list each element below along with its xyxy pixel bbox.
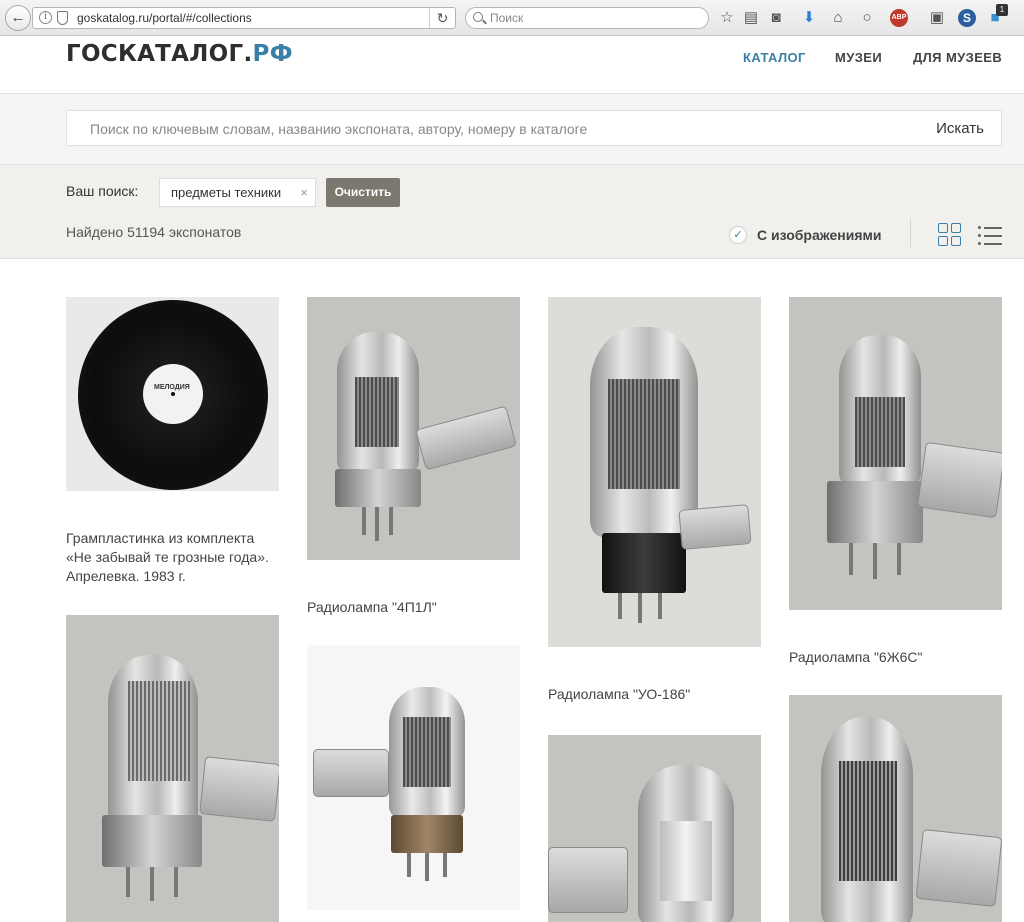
inventory-tag: [916, 441, 1002, 519]
tube-base: [827, 481, 923, 543]
tube-pin: [425, 853, 429, 881]
tube-electrodes: [660, 821, 712, 901]
inventory-tag: [678, 504, 752, 550]
url-text: goskatalog.ru/portal/#/collections: [77, 11, 252, 25]
tube-base: [102, 815, 202, 867]
nav-catalog[interactable]: КАТАЛОГ: [743, 50, 806, 65]
inventory-tag: [915, 829, 1002, 907]
tube-electrodes: [839, 761, 897, 881]
search-button[interactable]: Искать: [936, 120, 984, 137]
tube-pin: [407, 853, 411, 877]
tube-base: [335, 469, 421, 507]
result-image[interactable]: [789, 695, 1002, 922]
search-section: Поиск по ключевым словам, названию экспо…: [0, 94, 1024, 165]
home-icon[interactable]: ⌂: [829, 9, 847, 27]
adblock-icon[interactable]: ABP: [890, 9, 908, 27]
inventory-tag: [415, 405, 517, 471]
your-search-label: Ваш поиск:: [66, 183, 139, 199]
nav-museums[interactable]: МУЗЕИ: [835, 50, 882, 65]
record-label-text: МЕЛОДИЯ: [154, 384, 190, 391]
inventory-tag: [548, 847, 628, 913]
tube-pin: [150, 867, 154, 901]
tube-electrodes: [855, 397, 905, 467]
result-image[interactable]: [548, 735, 761, 922]
logo-main-text: ГОСКАТАЛОГ.: [66, 41, 253, 67]
clear-button[interactable]: Очистить: [326, 178, 400, 207]
result-image[interactable]: МЕЛОДИЯ: [66, 297, 279, 491]
site-header: ГОСКАТАЛОГ.РФ КАТАЛОГ МУЗЕИ ДЛЯ МУЗЕЕВ: [0, 36, 1024, 94]
tube-electrodes: [608, 379, 680, 489]
chip-close-icon[interactable]: ×: [300, 179, 308, 206]
browser-search-placeholder: Поиск: [490, 11, 524, 25]
chat-icon[interactable]: ○: [858, 9, 876, 27]
tube-electrodes: [355, 377, 399, 447]
grid-view-icon[interactable]: [938, 223, 962, 247]
with-images-label[interactable]: С изображениями: [757, 227, 881, 243]
result-image[interactable]: [789, 297, 1002, 610]
catalog-search-input[interactable]: Поиск по ключевым словам, названию экспо…: [66, 110, 1002, 146]
tube-pin: [638, 593, 642, 623]
list-view-icon[interactable]: [978, 224, 1002, 246]
logo-suffix-text: РФ: [252, 41, 293, 67]
search-chip-label: предметы техники: [171, 185, 282, 200]
search-placeholder: Поиск по ключевым словам, названию экспо…: [90, 121, 588, 137]
download-icon[interactable]: ⬇: [800, 9, 818, 27]
tube-base: [602, 533, 686, 593]
pocket-icon[interactable]: ◙: [767, 9, 785, 27]
nav-for-museums[interactable]: ДЛЯ МУЗЕЕВ: [913, 50, 1002, 65]
tube-electrodes: [403, 717, 451, 787]
tube-pin: [126, 867, 130, 897]
reading-list-icon[interactable]: ▤: [742, 9, 760, 27]
tube-pin: [375, 507, 379, 541]
info-icon[interactable]: i: [39, 11, 52, 24]
browser-search-input[interactable]: Поиск: [465, 7, 709, 29]
tube-pin: [618, 593, 622, 619]
result-caption[interactable]: Радиолампа "4П1Л": [307, 598, 520, 617]
with-images-checkbox[interactable]: ✓: [729, 226, 747, 244]
shield-extension-icon[interactable]: ▣: [928, 9, 946, 27]
s-extension-icon[interactable]: S: [958, 9, 976, 27]
search-chip: предметы техники ×: [159, 178, 316, 207]
inventory-tag: [313, 749, 389, 797]
tracking-shield-icon[interactable]: [57, 11, 68, 25]
back-arrow-icon[interactable]: ←: [5, 5, 31, 31]
result-caption[interactable]: Радиолампа "6Ж6С": [789, 648, 1002, 667]
result-image[interactable]: [307, 297, 520, 560]
filter-section: Ваш поиск: предметы техники × Очистить Н…: [0, 165, 1024, 259]
notification-badge: 1: [996, 4, 1008, 16]
reload-icon[interactable]: ↻: [429, 8, 455, 28]
tube-pin: [873, 543, 877, 579]
search-icon: [473, 12, 483, 22]
tube-pin: [443, 853, 447, 877]
inventory-tag: [199, 756, 279, 822]
result-image[interactable]: [307, 645, 520, 910]
tube-pin: [658, 593, 662, 619]
tube-pin: [389, 507, 393, 535]
result-image[interactable]: [66, 615, 279, 922]
result-image[interactable]: [548, 297, 761, 647]
tube-electrodes: [128, 681, 190, 781]
tube-pin: [174, 867, 178, 897]
tube-pin: [897, 543, 901, 575]
browser-toolbar: ← i goskatalog.ru/portal/#/collections ↻…: [0, 0, 1024, 36]
results-count: Найдено 51194 экспонатов: [66, 224, 242, 240]
result-caption[interactable]: Радиолампа "УО-186": [548, 685, 761, 704]
tube-base: [391, 815, 463, 853]
spindle-hole: [171, 392, 175, 396]
address-bar[interactable]: i goskatalog.ru/portal/#/collections ↻: [32, 7, 456, 29]
tube-pin: [849, 543, 853, 575]
site-logo[interactable]: ГОСКАТАЛОГ.РФ: [66, 41, 293, 67]
result-caption[interactable]: Грампластинка из комплекта «Не забывай т…: [66, 529, 279, 586]
tube-pin: [362, 507, 366, 535]
divider: [910, 219, 911, 247]
bookmark-star-icon[interactable]: ☆: [718, 9, 736, 27]
